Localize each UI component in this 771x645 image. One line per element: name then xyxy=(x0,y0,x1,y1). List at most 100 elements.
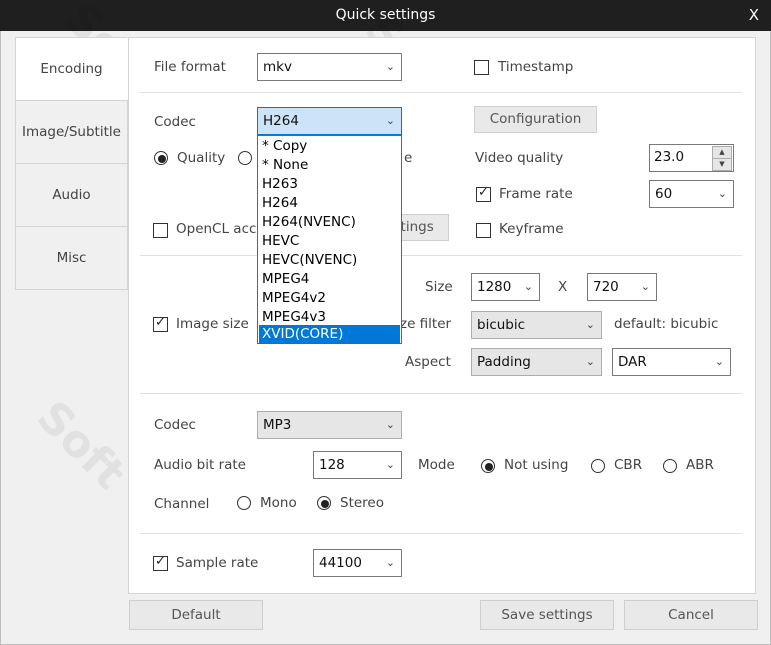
codec-option[interactable]: MPEG4 xyxy=(259,270,400,289)
tab-audio[interactable]: Audio xyxy=(15,163,128,227)
chevron-down-icon: ⌄ xyxy=(640,280,650,293)
codec-option[interactable]: HEVC(NVENC) xyxy=(259,251,400,270)
quality-label: Quality xyxy=(177,150,226,166)
channel-mono-radio[interactable] xyxy=(237,496,251,510)
codec-option[interactable]: H264(NVENC) xyxy=(259,213,400,232)
frame-rate-checkbox[interactable] xyxy=(476,185,491,202)
chevron-down-icon: ⌄ xyxy=(714,355,724,368)
mode-label: Mode xyxy=(418,457,455,473)
audio-codec-value: MP3 xyxy=(263,417,292,433)
height-value: 720 xyxy=(593,279,619,295)
bitrate-radio[interactable] xyxy=(238,151,252,165)
channel-label: Channel xyxy=(154,496,210,512)
video-quality-label: Video quality xyxy=(475,150,564,166)
keyframe-label: Keyframe xyxy=(499,221,564,237)
channel-stereo-radio[interactable] xyxy=(317,496,331,510)
quality-radio[interactable] xyxy=(154,151,168,165)
file-format-label: File format xyxy=(154,59,226,75)
audio-codec-label: Codec xyxy=(154,417,196,433)
audio-bit-rate-value: 128 xyxy=(319,457,345,473)
default-button[interactable]: Default xyxy=(129,600,263,630)
chevron-down-icon: ⌄ xyxy=(385,60,395,73)
frame-rate-value: 60 xyxy=(655,186,673,202)
divider xyxy=(140,533,742,534)
sample-rate-value: 44100 xyxy=(319,555,362,571)
channel-stereo-label: Stereo xyxy=(340,495,384,511)
spin-down-icon[interactable]: ▼ xyxy=(712,158,732,171)
channel-mono-label: Mono xyxy=(260,495,297,511)
video-quality-value: 23.0 xyxy=(654,149,685,165)
codec-option[interactable]: H263 xyxy=(259,175,400,194)
codec-option[interactable]: H264 xyxy=(259,194,400,213)
chevron-down-icon: ⌄ xyxy=(385,458,395,471)
file-format-value: mkv xyxy=(263,59,292,75)
video-codec-value: H264 xyxy=(263,113,299,129)
mode-not-using-label: Not using xyxy=(504,457,569,473)
divider xyxy=(140,92,742,93)
chevron-down-icon: ⌄ xyxy=(385,418,395,431)
configuration-button[interactable]: Configuration xyxy=(474,106,597,133)
save-settings-button[interactable]: Save settings xyxy=(480,600,614,630)
aspect-mode-value: DAR xyxy=(618,354,647,370)
mode-cbr-label: CBR xyxy=(614,457,643,473)
chevron-down-icon: ⌄ xyxy=(385,556,395,569)
mode-not-using-radio[interactable] xyxy=(481,459,495,473)
video-codec-label: Codec xyxy=(154,114,196,130)
chevron-down-icon: ⌄ xyxy=(585,355,595,368)
tab-image-subtitle[interactable]: Image/Subtitle xyxy=(15,100,128,164)
close-icon[interactable]: X xyxy=(749,6,759,24)
aspect-value: Padding xyxy=(477,354,531,370)
opencl-label: OpenCL acc xyxy=(176,221,257,237)
resize-filter-label: ze filter xyxy=(400,316,452,332)
video-quality-spinner[interactable]: 23.0 ▲ ▼ xyxy=(649,144,734,172)
bitrate-label-partial: e xyxy=(404,150,413,166)
divider xyxy=(140,393,742,394)
file-format-select[interactable]: mkv ⌄ xyxy=(257,53,402,81)
tab-misc[interactable]: Misc xyxy=(15,226,128,290)
audio-bit-rate-label: Audio bit rate xyxy=(154,457,246,473)
window-title: Quick settings xyxy=(335,7,436,23)
width-select[interactable]: 1280 ⌄ xyxy=(471,273,540,301)
audio-bit-rate-select[interactable]: 128 ⌄ xyxy=(313,451,402,479)
chevron-down-icon: ⌄ xyxy=(385,114,395,127)
resize-filter-value: bicubic xyxy=(477,317,526,333)
tab-encoding[interactable]: Encoding xyxy=(15,37,128,101)
size-label: Size xyxy=(425,279,453,295)
sample-rate-checkbox[interactable] xyxy=(153,554,168,571)
title-bar: Quick settings X xyxy=(0,0,771,31)
timestamp-label: Timestamp xyxy=(498,59,574,75)
mode-abr-label: ABR xyxy=(686,457,714,473)
timestamp-checkbox[interactable] xyxy=(474,60,489,75)
opencl-checkbox[interactable] xyxy=(153,223,168,238)
codec-dropdown-list[interactable]: * Copy * None H263 H264 H264(NVENC) HEVC… xyxy=(257,135,402,344)
aspect-label: Aspect xyxy=(405,354,451,370)
codec-option[interactable]: * Copy xyxy=(259,137,400,156)
height-select[interactable]: 720 ⌄ xyxy=(587,273,657,301)
sample-rate-label: Sample rate xyxy=(176,555,259,571)
width-value: 1280 xyxy=(477,279,512,295)
image-size-label: Image size xyxy=(176,316,249,332)
codec-option[interactable]: * None xyxy=(259,156,400,175)
frame-rate-label: Frame rate xyxy=(499,186,573,202)
divider xyxy=(140,255,742,256)
aspect-mode-select[interactable]: DAR ⌄ xyxy=(612,348,731,376)
cancel-button[interactable]: Cancel xyxy=(624,600,758,630)
keyframe-checkbox[interactable] xyxy=(476,223,491,238)
resize-filter-default: default: bicubic xyxy=(614,316,719,332)
image-size-checkbox[interactable] xyxy=(153,315,168,332)
chevron-down-icon: ⌄ xyxy=(523,280,533,293)
chevron-down-icon: ⌄ xyxy=(717,187,727,200)
size-x-label: X xyxy=(558,279,568,295)
frame-rate-select[interactable]: 60 ⌄ xyxy=(649,180,734,208)
video-codec-select[interactable]: H264 ⌄ xyxy=(257,107,402,135)
mode-abr-radio[interactable] xyxy=(663,459,677,473)
codec-option[interactable]: MPEG4v2 xyxy=(259,289,400,308)
sample-rate-select[interactable]: 44100 ⌄ xyxy=(313,549,402,577)
chevron-down-icon: ⌄ xyxy=(585,318,595,331)
mode-cbr-radio[interactable] xyxy=(591,459,605,473)
aspect-select[interactable]: Padding ⌄ xyxy=(471,348,602,376)
codec-option-highlighted[interactable]: XVID(CORE) xyxy=(259,325,400,344)
resize-filter-select[interactable]: bicubic ⌄ xyxy=(471,311,602,339)
codec-option[interactable]: HEVC xyxy=(259,232,400,251)
audio-codec-select[interactable]: MP3 ⌄ xyxy=(257,411,402,439)
